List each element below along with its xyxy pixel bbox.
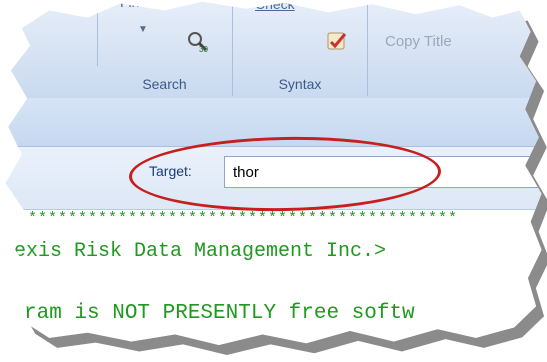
- check-syntax-icon[interactable]: [325, 28, 351, 54]
- ribbon: Find ▼ 30 Search Check Syntax Copy Title: [5, 1, 542, 99]
- code-line: ram is NOT PRESENTLY free softw: [24, 302, 415, 325]
- target-input[interactable]: [224, 156, 542, 188]
- chevron-down-icon[interactable]: ▼: [138, 24, 148, 35]
- ribbon-group-syntax: Check Syntax: [233, 1, 368, 96]
- ribbon-group-search: Find ▼ 30 Search: [5, 1, 233, 96]
- target-label: Target:: [149, 163, 192, 179]
- ribbon-group-syntax-body: Check: [233, 2, 367, 66]
- code-line: ****************************************…: [28, 210, 459, 227]
- find-button-label[interactable]: Find: [120, 2, 147, 10]
- toolbar-band: [5, 98, 542, 147]
- target-bar: Target:: [5, 147, 542, 210]
- copy-title-button[interactable]: Copy Title: [385, 33, 452, 50]
- search-group-label: Search: [142, 76, 187, 92]
- syntax-group-label: Syntax: [278, 76, 322, 92]
- code-line: exis Risk Data Management Inc.>: [14, 240, 387, 263]
- check-button-label[interactable]: Check: [255, 2, 295, 12]
- search-button-cell[interactable]: Find ▼ 30: [97, 1, 233, 66]
- find-icon[interactable]: 30: [186, 30, 210, 54]
- screenshot-clip: Find ▼ 30 Search Check Syntax Copy Title…: [5, 1, 542, 345]
- svg-text:30: 30: [199, 45, 208, 54]
- code-editor[interactable]: ****************************************…: [5, 210, 542, 345]
- ribbon-group-search-body: Find ▼ 30: [5, 1, 233, 66]
